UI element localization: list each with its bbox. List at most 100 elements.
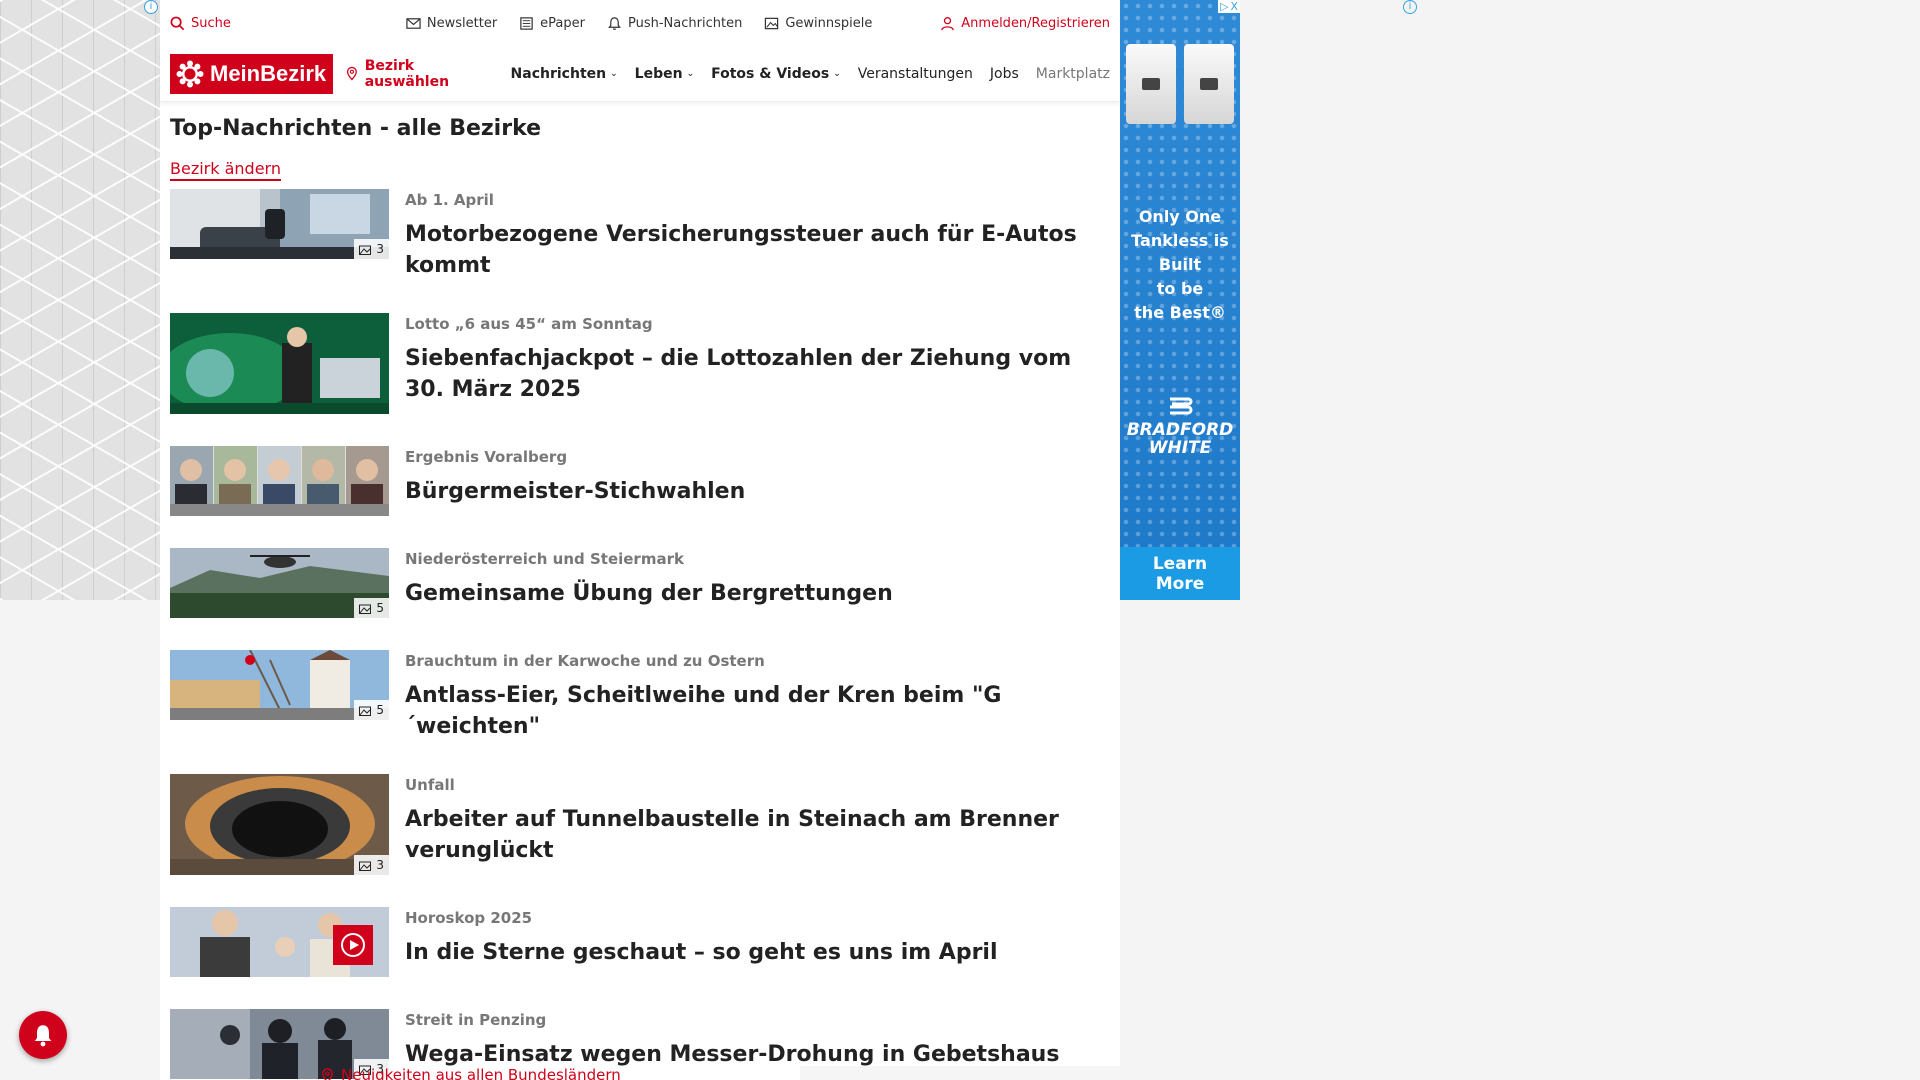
article-kicker: Ergebnis Voralberg — [405, 448, 568, 466]
search-label: Suche — [191, 15, 231, 31]
contests-label: Gewinnspiele — [785, 15, 873, 31]
search-link[interactable]: Suche — [170, 16, 231, 31]
login-link[interactable]: Anmelden/Registrieren — [940, 16, 1110, 31]
gallery-icon — [359, 245, 372, 255]
nav-item-leben[interactable]: Leben ⌄ — [635, 66, 694, 82]
article-item[interactable]: Lotto „6 aus 45“ am Sonntag Siebenfachja… — [170, 313, 1110, 414]
nav-item-jobs[interactable]: Jobs — [990, 66, 1019, 82]
article-item[interactable]: 5 Brauchtum in der Karwoche und zu Oster… — [170, 650, 1110, 742]
article-headline[interactable]: Gemeinsame Übung der Bergrettungen — [405, 578, 893, 609]
article-thumbnail[interactable]: 3 — [170, 189, 389, 259]
article-kicker: Streit in Penzing — [405, 1011, 547, 1029]
gallery-count: 5 — [354, 700, 389, 720]
article-thumbnail[interactable] — [170, 446, 389, 516]
article-item[interactable]: 5 Niederösterreich und Steiermark Gemein… — [170, 548, 1110, 618]
learn-more-button[interactable]: Learn More — [1120, 547, 1240, 600]
adchoices-icon[interactable]: ▷ — [1220, 0, 1228, 13]
heater-unit — [1126, 44, 1176, 124]
all-states-news-label: Neuigkeiten aus allen Bundesländern — [341, 1066, 621, 1080]
nav-item-nachrichten[interactable]: Nachrichten ⌄ — [511, 66, 618, 82]
article-item[interactable]: 3 Unfall Arbeiter auf Tunnelbaustelle in… — [170, 774, 1110, 875]
gallery-count: 3 — [354, 239, 389, 259]
play-video-button[interactable] — [333, 925, 373, 965]
article-item[interactable]: Horoskop 2025 In die Sterne geschaut – s… — [170, 907, 1110, 977]
article-headline[interactable]: Bürgermeister-Stichwahlen — [405, 476, 745, 507]
article-thumbnail[interactable]: 5 — [170, 548, 389, 618]
ad-brand-line: WHITE — [1148, 438, 1212, 458]
ad-info-icon[interactable]: i — [1403, 0, 1417, 14]
location-pin-icon — [322, 1067, 333, 1080]
nav-items: Nachrichten ⌄ Leben ⌄ Fotos & Videos ⌄ Vera… — [511, 66, 1110, 82]
article-text: Lotto „6 aus 45“ am Sonntag Siebenfachja… — [405, 313, 1110, 414]
article-text: Ab 1. April Motorbezogene Versicherungss… — [405, 189, 1110, 281]
gallery-count: 3 — [354, 855, 389, 875]
newsletter-link[interactable]: Newsletter — [406, 16, 497, 31]
article-headline[interactable]: Siebenfachjackpot – die Lottozahlen der … — [405, 343, 1110, 405]
article-headline[interactable]: Motorbezogene Versicherungssteuer auch f… — [405, 219, 1110, 281]
heater-unit — [1184, 44, 1234, 124]
top-bar: Suche Newsletter ePaper Push-Nachrichten… — [160, 0, 1120, 46]
change-district-link[interactable]: Bezirk ändern — [170, 159, 281, 181]
nav-label: Marktplatz — [1035, 65, 1110, 82]
article-list: 3 Ab 1. April Motorbezogene Versicherung… — [170, 189, 1110, 1079]
push-link[interactable]: Push-Nachrichten — [607, 16, 742, 31]
article-thumbnail[interactable]: 3 — [170, 774, 389, 875]
notification-bell-button[interactable] — [19, 1011, 67, 1059]
user-icon — [941, 16, 955, 30]
article-text: Unfall Arbeiter auf Tunnelbaustelle in S… — [405, 774, 1110, 875]
article-headline[interactable]: In die Sterne geschaut – so geht es uns … — [405, 937, 998, 968]
nav-item-marktplatz[interactable]: Marktplatz — [1036, 66, 1110, 82]
learn-more-line: More — [1155, 573, 1205, 594]
article-item[interactable]: Ergebnis Voralberg Bürgermeister-Stichwa… — [170, 446, 1110, 516]
site-logo[interactable]: MeinBezirk — [170, 53, 333, 94]
push-label: Push-Nachrichten — [628, 15, 743, 31]
login-label: Anmelden/Registrieren — [961, 15, 1110, 31]
article-kicker: Horoskop 2025 — [405, 909, 533, 927]
left-ad-background[interactable]: i — [0, 0, 160, 600]
ad-slogan-line: to be — [1156, 279, 1204, 298]
gallery-icon — [359, 861, 372, 871]
article-text: Ergebnis Voralberg Bürgermeister-Stichwa… — [405, 446, 745, 516]
select-district-label: Bezirk auswählen — [364, 57, 450, 90]
all-states-news-link[interactable]: Neuigkeiten aus allen Bundesländern — [320, 1066, 621, 1080]
article-kicker: Ab 1. April — [405, 191, 494, 209]
article-thumbnail[interactable] — [170, 907, 389, 977]
select-district-button[interactable]: Bezirk auswählen — [345, 58, 493, 90]
nav-item-fotos-videos[interactable]: Fotos & Videos ⌄ — [711, 66, 841, 82]
article-kicker: Niederösterreich und Steiermark — [405, 550, 684, 568]
chevron-down-icon: ⌄ — [610, 68, 618, 79]
search-icon — [170, 16, 185, 30]
ad-slogan-line: Built — [1158, 255, 1202, 274]
article-thumbnail[interactable] — [170, 313, 389, 414]
contests-link[interactable]: Gewinnspiele — [764, 16, 872, 31]
right-ad-banner[interactable]: ▷ X Only One Tankless is Built to be the… — [1120, 0, 1240, 600]
sun-logo-icon — [176, 60, 204, 87]
footer-placeholder — [800, 1066, 1120, 1080]
main-content: Top-Nachrichten - alle Bezirke Bezirk än… — [160, 102, 1120, 1079]
ad-info-icon[interactable]: i — [144, 0, 158, 14]
article-kicker: Unfall — [405, 776, 455, 794]
nav-item-veranstaltungen[interactable]: Veranstaltungen — [858, 66, 973, 82]
gallery-count-value: 3 — [376, 242, 384, 256]
article-thumbnail[interactable]: 5 — [170, 650, 389, 720]
page-column: Suche Newsletter ePaper Push-Nachrichten… — [160, 0, 1120, 1080]
ad-close-icon[interactable]: X — [1230, 0, 1238, 13]
article-headline[interactable]: Antlass-Eier, Scheitlweihe und der Kren … — [405, 680, 1110, 742]
article-item[interactable]: 3 Ab 1. April Motorbezogene Versicherung… — [170, 189, 1110, 281]
mail-icon — [406, 17, 421, 29]
gallery-count-value: 3 — [376, 858, 384, 872]
ad-brand-line: BRADFORD — [1126, 420, 1234, 440]
play-icon — [341, 933, 365, 957]
nav-label: Nachrichten — [510, 65, 607, 82]
newsletter-label: Newsletter — [426, 15, 498, 31]
article-text: Brauchtum in der Karwoche und zu Ostern … — [405, 650, 1110, 742]
bell-icon — [34, 1025, 52, 1047]
brand-mark-icon — [1170, 397, 1193, 415]
newspaper-icon — [520, 16, 533, 30]
lotto-studio-image — [170, 313, 389, 414]
ad-slogan-line: the Best® — [1134, 303, 1226, 322]
epaper-link[interactable]: ePaper — [519, 16, 585, 31]
logo-text: MeinBezirk — [210, 60, 327, 86]
water-heaters-image — [1126, 44, 1234, 124]
article-headline[interactable]: Arbeiter auf Tunnelbaustelle in Steinach… — [405, 804, 1110, 866]
